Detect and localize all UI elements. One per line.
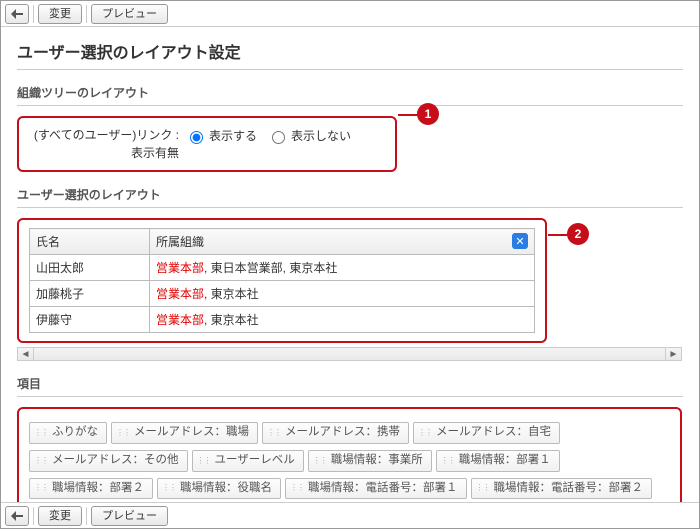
- change-button[interactable]: 変更: [38, 506, 82, 526]
- user-table: 氏名 所属組織 ✕ 山田太郎 営業本部, 東日本営業部, 東京本社 加藤桃子 営…: [29, 228, 535, 333]
- scroll-left-icon[interactable]: ◄: [18, 348, 34, 360]
- back-arrow-icon: [11, 511, 23, 521]
- field-tag-label: ユーザーレベル: [215, 454, 295, 468]
- connector-1: [398, 114, 418, 116]
- field-tag[interactable]: ⋮⋮ メールアドレス：その他: [29, 450, 188, 472]
- field-tag[interactable]: ⋮⋮ メールアドレス：携帯: [262, 422, 409, 444]
- horizontal-scrollbar[interactable]: ◄ ►: [17, 347, 682, 361]
- col-name-header[interactable]: 氏名: [30, 229, 150, 255]
- cell-org: 営業本部, 東京本社: [150, 307, 535, 333]
- radio-hide-label: 表示しない: [291, 127, 351, 144]
- separator: [86, 507, 87, 525]
- remove-column-icon[interactable]: ✕: [512, 233, 528, 249]
- field-tag-label: 職場情報：電話番号：部署２: [494, 482, 644, 496]
- field-tag-label: メールアドレス：自宅: [436, 426, 551, 440]
- back-arrow-icon: [11, 9, 23, 19]
- callout-marker-2: 2: [567, 223, 589, 245]
- field-tag[interactable]: ⋮⋮ ユーザーレベル: [192, 450, 304, 472]
- table-header-row: 氏名 所属組織 ✕: [30, 229, 535, 255]
- radio-hide-input[interactable]: [272, 131, 285, 144]
- all-users-link-label: (すべてのユーザー)リンク : 表示有無: [29, 126, 179, 162]
- preview-button[interactable]: プレビュー: [91, 4, 168, 24]
- field-tag[interactable]: ⋮⋮ 職場情報：電話番号：部署２: [471, 478, 653, 500]
- drag-grip-icon: ⋮⋮: [476, 484, 490, 492]
- drag-grip-icon: ⋮⋮: [34, 484, 48, 492]
- field-tag-label: 職場情報：事業所: [331, 454, 423, 468]
- preview-button[interactable]: プレビュー: [91, 506, 168, 526]
- drag-grip-icon: ⋮⋮: [267, 429, 281, 437]
- field-tag-label: メールアドレス：その他: [52, 454, 179, 468]
- back-button[interactable]: [5, 4, 29, 24]
- radio-show-label: 表示する: [209, 127, 257, 144]
- cell-name: 山田太郎: [30, 255, 150, 281]
- section-user-select-title: ユーザー選択のレイアウト: [17, 186, 683, 208]
- scroll-right-icon[interactable]: ►: [665, 348, 681, 360]
- separator: [33, 507, 34, 525]
- cell-org: 営業本部, 東京本社: [150, 281, 535, 307]
- separator: [33, 5, 34, 23]
- drag-grip-icon: ⋮⋮: [441, 457, 455, 465]
- cell-name: 加藤桃子: [30, 281, 150, 307]
- field-tag[interactable]: ⋮⋮ 職場情報：部署１: [436, 450, 560, 472]
- radio-show-input[interactable]: [190, 131, 203, 144]
- field-tag[interactable]: ⋮⋮ 職場情報：電話番号：部署１: [285, 478, 467, 500]
- cell-name: 伊藤守: [30, 307, 150, 333]
- drag-grip-icon: ⋮⋮: [116, 429, 130, 437]
- back-button[interactable]: [5, 506, 29, 526]
- field-tag-label: 職場情報：部署２: [52, 482, 144, 496]
- callout-marker-1: 1: [417, 103, 439, 125]
- separator: [86, 5, 87, 23]
- drag-grip-icon: ⋮⋮: [34, 457, 48, 465]
- table-row: 山田太郎 営業本部, 東日本営業部, 東京本社: [30, 255, 535, 281]
- page-title: ユーザー選択のレイアウト設定: [17, 39, 683, 70]
- col-org-header[interactable]: 所属組織 ✕: [150, 229, 535, 255]
- field-tag[interactable]: ⋮⋮ 職場情報：部署２: [29, 478, 153, 500]
- cell-org: 営業本部, 東日本営業部, 東京本社: [150, 255, 535, 281]
- drag-grip-icon: ⋮⋮: [313, 457, 327, 465]
- radio-show[interactable]: 表示する: [185, 127, 257, 144]
- field-tag[interactable]: ⋮⋮ 職場情報：事業所: [308, 450, 432, 472]
- toolbar-bottom: 変更 プレビュー: [1, 502, 699, 528]
- section-org-tree-title: 組織ツリーのレイアウト: [17, 84, 683, 106]
- field-tag[interactable]: ⋮⋮ メールアドレス：職場: [111, 422, 258, 444]
- field-tag-label: ふりがな: [52, 426, 98, 440]
- table-row: 伊藤守 営業本部, 東京本社: [30, 307, 535, 333]
- field-tag-label: 職場情報：部署１: [459, 454, 551, 468]
- table-row: 加藤桃子 営業本部, 東京本社: [30, 281, 535, 307]
- change-button[interactable]: 変更: [38, 4, 82, 24]
- drag-grip-icon: ⋮⋮: [418, 429, 432, 437]
- col-org-label: 所属組織: [156, 235, 204, 249]
- field-tag[interactable]: ⋮⋮ ふりがな: [29, 422, 107, 444]
- section-items-title: 項目: [17, 375, 683, 397]
- drag-grip-icon: ⋮⋮: [34, 429, 48, 437]
- field-tag-label: メールアドレス：職場: [134, 426, 249, 440]
- connector-2: [548, 234, 568, 236]
- drag-grip-icon: ⋮⋮: [162, 484, 176, 492]
- toolbar-top: 変更 プレビュー: [1, 1, 699, 27]
- drag-grip-icon: ⋮⋮: [290, 484, 304, 492]
- field-tag-label: メールアドレス：携帯: [285, 426, 400, 440]
- field-tag[interactable]: ⋮⋮ 職場情報：役職名: [157, 478, 281, 500]
- field-tag[interactable]: ⋮⋮ メールアドレス：自宅: [413, 422, 560, 444]
- org-tree-layout-box: (すべてのユーザー)リンク : 表示有無 表示する 表示しない: [17, 116, 397, 172]
- field-tag-label: 職場情報：電話番号：部署１: [308, 482, 458, 496]
- radio-hide[interactable]: 表示しない: [267, 127, 351, 144]
- drag-grip-icon: ⋮⋮: [197, 457, 211, 465]
- field-tag-label: 職場情報：役職名: [180, 482, 272, 496]
- user-select-layout-box: 氏名 所属組織 ✕ 山田太郎 営業本部, 東日本営業部, 東京本社 加藤桃子 営…: [17, 218, 547, 343]
